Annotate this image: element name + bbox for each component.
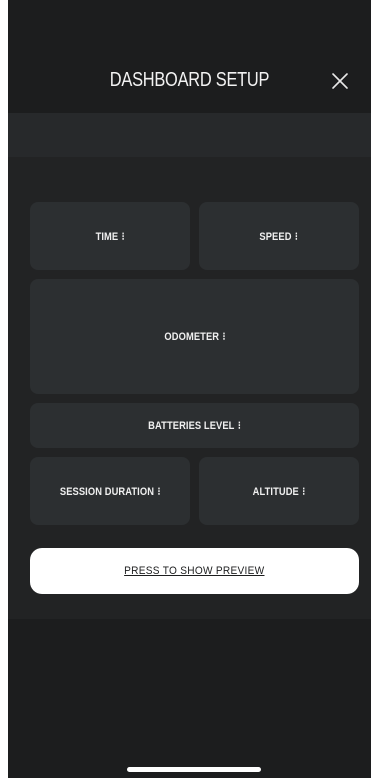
vertical-dots-icon: ⁝ bbox=[121, 230, 125, 243]
dashboard-setup-screen: DASHBOARD SETUP TIME ⁝ SPEED ⁝ ODOMETER ⁝ B… bbox=[8, 0, 371, 778]
tile-label: BATTERIES LEVEL ⁝ bbox=[148, 419, 241, 432]
tile-batteries-level[interactable]: BATTERIES LEVEL ⁝ bbox=[30, 403, 359, 448]
tile-altitude-label: ALTITUDE bbox=[252, 485, 299, 498]
tile-time-label: TIME bbox=[95, 230, 119, 243]
home-indicator bbox=[127, 767, 261, 772]
show-preview-label: PRESS TO SHOW PREVIEW bbox=[124, 565, 265, 577]
vertical-dots-icon: ⁝ bbox=[157, 485, 161, 498]
tile-session-duration[interactable]: SESSION DURATION ⁝ bbox=[30, 457, 190, 525]
tile-label: ALTITUDE ⁝ bbox=[253, 485, 306, 498]
tile-speed[interactable]: SPEED ⁝ bbox=[199, 202, 359, 270]
tile-label: SESSION DURATION ⁝ bbox=[60, 485, 161, 498]
tile-altitude[interactable]: ALTITUDE ⁝ bbox=[199, 457, 359, 525]
header: DASHBOARD SETUP bbox=[8, 55, 371, 105]
tile-time[interactable]: TIME ⁝ bbox=[30, 202, 190, 270]
close-button[interactable] bbox=[328, 69, 352, 93]
tile-label: ODOMETER ⁝ bbox=[164, 330, 225, 343]
page-title: DASHBOARD SETUP bbox=[109, 69, 270, 91]
vertical-dots-icon: ⁝ bbox=[222, 331, 226, 343]
vertical-dots-icon: ⁝ bbox=[302, 485, 306, 498]
tile-label: SPEED ⁝ bbox=[260, 230, 299, 243]
close-icon bbox=[332, 73, 348, 89]
tile-speed-label: SPEED bbox=[259, 230, 292, 243]
tile-batteries-level-label: BATTERIES LEVEL bbox=[148, 420, 235, 432]
tile-label: TIME ⁝ bbox=[95, 230, 124, 243]
tile-odometer[interactable]: ODOMETER ⁝ bbox=[30, 279, 359, 394]
top-band bbox=[8, 113, 371, 157]
tile-odometer-label: ODOMETER bbox=[163, 331, 219, 343]
vertical-dots-icon: ⁝ bbox=[295, 230, 299, 243]
show-preview-button[interactable]: PRESS TO SHOW PREVIEW bbox=[30, 548, 359, 594]
tile-session-duration-label: SESSION DURATION bbox=[59, 485, 154, 498]
vertical-dots-icon: ⁝ bbox=[237, 420, 241, 432]
